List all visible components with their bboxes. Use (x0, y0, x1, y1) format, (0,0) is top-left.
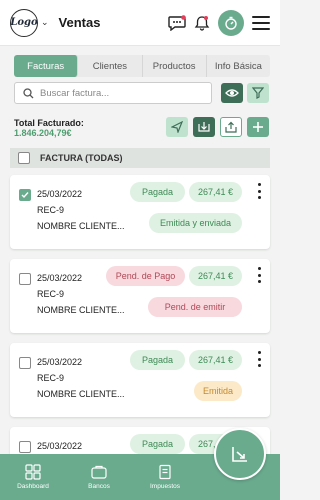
invoice-card[interactable]: 25/03/2022 REC-9 NOMBRE CLIENTE... Pagad… (10, 175, 270, 249)
total-value: 1.846.204,79€ (14, 128, 72, 138)
invoice-card[interactable]: 25/03/2022 REC-9 NOMBRE CLIENTE... Pagad… (10, 343, 270, 417)
payment-status-badge: Pagada (130, 434, 185, 454)
invoice-checkbox[interactable] (19, 357, 31, 369)
invoice-reference: REC-9 (37, 373, 65, 383)
invoice-checkbox[interactable] (19, 441, 31, 453)
section-tabs: Facturas Clientes Productos Info Básica (14, 55, 270, 77)
amount-badge: 267,41 € (189, 350, 242, 370)
issue-status-badge: Emitida (194, 381, 242, 401)
invoice-date: 25/03/2022 (37, 357, 83, 367)
download-icon (198, 122, 210, 132)
search-icon (23, 87, 34, 98)
nav-label: Dashboard (17, 483, 49, 490)
add-invoice-button[interactable] (247, 117, 269, 137)
send-icon (171, 121, 183, 133)
tab-clientes[interactable]: Clientes (78, 55, 143, 77)
tab-facturas[interactable]: Facturas (14, 55, 79, 77)
total-label: Total Facturado: (14, 118, 84, 128)
timer-button[interactable] (218, 9, 244, 36)
list-header-label: FACTURA (TODAS) (40, 153, 123, 163)
toggle-visibility-button[interactable] (221, 83, 243, 103)
invoice-date: 25/03/2022 (37, 441, 83, 451)
nav-dashboard[interactable]: Dashboard (0, 454, 66, 500)
invoice-client: NOMBRE CLIENTE... (37, 221, 125, 231)
invoice-checkbox[interactable] (19, 273, 31, 285)
header-actions (168, 9, 270, 36)
more-options-icon[interactable] (256, 351, 262, 367)
invoice-client: NOMBRE CLIENTE... (37, 389, 125, 399)
tab-productos[interactable]: Productos (143, 55, 207, 77)
invoice-checkbox[interactable] (19, 189, 31, 201)
eye-icon (225, 89, 239, 97)
upload-icon (225, 121, 237, 133)
search-input[interactable] (40, 87, 200, 99)
filter-icon (252, 87, 264, 99)
chat-icon[interactable] (168, 14, 186, 31)
search-bar (14, 82, 212, 104)
analytics-fab-button[interactable] (214, 428, 266, 480)
company-logo[interactable]: Logo (10, 8, 38, 37)
download-button[interactable] (193, 117, 215, 137)
nav-label: Bancos (88, 483, 110, 490)
page-title: Ventas (58, 15, 101, 30)
list-header: FACTURA (TODAS) (10, 148, 270, 168)
nav-label: Impuestos (150, 483, 180, 490)
payment-status-badge: Pend. de Pago (106, 266, 185, 286)
issue-status-badge: Emitida y enviada (149, 213, 242, 233)
select-all-checkbox[interactable] (18, 152, 30, 164)
tab-info-basica[interactable]: Info Básica (207, 55, 270, 77)
bank-icon (91, 465, 107, 479)
amount-badge: 267,41 € (189, 266, 242, 286)
send-button[interactable] (166, 117, 188, 137)
more-options-icon[interactable] (256, 183, 262, 199)
tax-icon (159, 464, 171, 480)
chart-trend-icon (232, 447, 247, 462)
invoice-date: 25/03/2022 (37, 189, 83, 199)
invoice-card[interactable]: 25/03/2022 REC-9 NOMBRE CLIENTE... Pend.… (10, 259, 270, 333)
invoice-date: 25/03/2022 (37, 273, 83, 283)
check-icon (21, 192, 29, 199)
nav-bancos[interactable]: Bancos (66, 454, 132, 500)
issue-status-badge: Pend. de emitir (148, 297, 242, 317)
upload-button[interactable] (220, 117, 242, 137)
app-header: Logo ⌄ Ventas (0, 0, 280, 46)
timer-icon (225, 16, 237, 30)
dashboard-icon (25, 464, 41, 480)
bell-icon[interactable] (194, 15, 210, 31)
nav-impuestos[interactable]: Impuestos (132, 454, 198, 500)
chevron-down-icon[interactable]: ⌄ (41, 17, 49, 28)
invoice-reference: REC-9 (37, 205, 65, 215)
filter-button[interactable] (247, 83, 269, 103)
payment-status-badge: Pagada (130, 350, 185, 370)
more-options-icon[interactable] (256, 267, 262, 283)
menu-icon[interactable] (252, 15, 270, 30)
logo-text: Logo (10, 17, 38, 28)
plus-icon (253, 122, 263, 132)
invoice-client: NOMBRE CLIENTE... (37, 305, 125, 315)
payment-status-badge: Pagada (130, 182, 185, 202)
invoice-reference: REC-9 (37, 289, 65, 299)
amount-badge: 267,41 € (189, 182, 242, 202)
